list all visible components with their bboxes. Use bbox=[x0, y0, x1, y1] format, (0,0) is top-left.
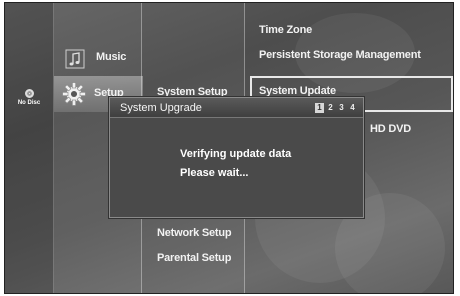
step-2: 2 bbox=[328, 103, 333, 112]
dialog-title: System Upgrade bbox=[120, 102, 202, 114]
dialog-title-bar: System Upgrade 1 2 3 4 bbox=[110, 98, 363, 118]
option-hd-dvd[interactable]: HD DVD bbox=[370, 123, 411, 135]
submenu-item-parental-setup[interactable]: Parental Setup bbox=[157, 252, 231, 264]
disc-status-label: No Disc bbox=[17, 100, 41, 106]
step-indicator: 1 2 3 4 bbox=[315, 103, 357, 113]
gear-icon bbox=[62, 82, 86, 106]
tv-screen: No Disc Music Setup System Setup Network… bbox=[4, 2, 454, 294]
disc-icon bbox=[24, 89, 34, 98]
category-item-music[interactable]: Music bbox=[54, 40, 143, 76]
disc-status: No Disc bbox=[13, 89, 45, 106]
category-label-music: Music bbox=[96, 51, 127, 63]
submenu-item-network-setup[interactable]: Network Setup bbox=[157, 227, 232, 239]
status-column: No Disc bbox=[5, 3, 53, 293]
step-1: 1 bbox=[315, 103, 324, 113]
option-persistent-storage[interactable]: Persistent Storage Management bbox=[259, 49, 421, 61]
system-upgrade-dialog: System Upgrade 1 2 3 4 Verifying update … bbox=[109, 97, 364, 218]
music-note-icon bbox=[65, 49, 85, 69]
step-4: 4 bbox=[350, 103, 355, 112]
dialog-message-verifying: Verifying update data bbox=[180, 148, 292, 160]
dialog-message-wait: Please wait... bbox=[180, 167, 249, 179]
step-3: 3 bbox=[339, 103, 344, 112]
option-time-zone[interactable]: Time Zone bbox=[259, 24, 312, 36]
